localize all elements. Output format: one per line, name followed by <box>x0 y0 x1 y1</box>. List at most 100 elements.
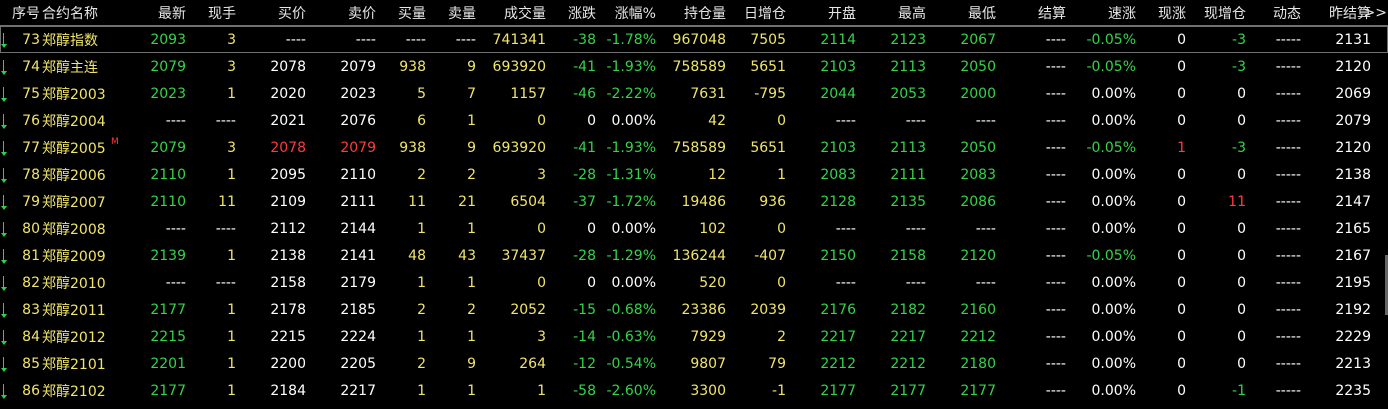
cell-oichg: 0 <box>777 220 786 237</box>
cell-volume: 6504 <box>510 193 546 210</box>
cell-volume: 693920 <box>492 139 546 156</box>
cell-askvol: 2 <box>467 301 476 318</box>
cell-last: 2110 <box>150 193 186 210</box>
column-header-low[interactable]: 最低 <box>968 0 996 25</box>
cell-speed: -0.05% <box>1086 139 1136 156</box>
cell-low: 2067 <box>960 31 996 48</box>
table-row[interactable]: 79 郑醇2007 2110 11 2109 2111 11 21 6504 -37 -1.72% 1… <box>0 188 1388 215</box>
cell-settle: ---- <box>1045 301 1066 318</box>
cell-curvol: ---- <box>215 112 236 129</box>
cell-dyn: ----- <box>1275 382 1301 399</box>
column-header-high[interactable]: 最高 <box>898 0 926 25</box>
cell-high: ---- <box>905 112 926 129</box>
column-header-ask[interactable]: 卖价 <box>348 0 376 25</box>
table-row[interactable]: 83 郑醇2011 2177 1 2178 2185 2 2 2052 -15 -0.68% 2338… <box>0 296 1388 323</box>
cell-oichg: -795 <box>754 85 786 102</box>
table-row[interactable]: 81 郑醇2009 2139 1 2138 2141 48 43 37437 -28 -1.29% 1… <box>0 242 1388 269</box>
table-row[interactable]: 75 郑醇2003 2023 1 2020 2023 5 7 1157 -46 -2.22% 7631… <box>0 80 1388 107</box>
cell-bidvol: 1 <box>417 274 426 291</box>
quote-table: 序号 合约名称 最新 现手 买价 卖价 买量 卖量 成交量 涨跌 涨幅% 持仓量 日增仓 开盘 最高 最低 结算… <box>0 0 1388 409</box>
cell-volume: 2052 <box>510 301 546 318</box>
cell-pct: -2.60% <box>606 382 656 399</box>
down-arrow-icon <box>1 384 7 400</box>
column-header-askvol[interactable]: 卖量 <box>448 0 476 25</box>
column-header-bid[interactable]: 买价 <box>278 0 306 25</box>
cell-settle: ---- <box>1045 58 1066 75</box>
cell-pct: -1.72% <box>606 193 656 210</box>
more-columns-icon[interactable]: >> <box>1364 0 1387 25</box>
cell-oichg: -407 <box>754 247 786 264</box>
cell-curvol: 3 <box>227 139 236 156</box>
column-header-pct[interactable]: 涨幅% <box>615 0 656 25</box>
cell-pct: -2.22% <box>606 85 656 102</box>
cell-volume: 3 <box>537 166 546 183</box>
table-row[interactable]: 76 郑醇2004 ---- ---- 2021 2076 6 1 0 0 0.00% 42 0 ----… <box>0 107 1388 134</box>
cell-dyn: ----- <box>1275 301 1301 318</box>
column-header-curvol[interactable]: 现手 <box>208 0 236 25</box>
cell-seq: 77 <box>22 139 40 156</box>
column-header-change[interactable]: 涨跌 <box>568 0 596 25</box>
cell-bid: 2215 <box>270 328 306 345</box>
cell-last: 2023 <box>150 85 186 102</box>
cell-prevsettle: 2120 <box>1335 58 1371 75</box>
column-header-bidvol[interactable]: 买量 <box>398 0 426 25</box>
table-row[interactable]: 78 郑醇2006 2110 1 2095 2110 2 2 3 -28 -1.31% 12 1 2083… <box>0 161 1388 188</box>
cell-bid: 2078 <box>270 58 306 75</box>
column-header-dyn[interactable]: 动态 <box>1273 0 1301 25</box>
column-header-open[interactable]: 开盘 <box>828 0 856 25</box>
cell-oichg: 0 <box>777 112 786 129</box>
cell-high: 2158 <box>890 247 926 264</box>
table-row[interactable]: 82 郑醇2010 ---- ---- 2158 2179 1 1 0 0 0.00% 520 0 ---… <box>0 269 1388 296</box>
column-header-settle[interactable]: 结算 <box>1038 0 1066 25</box>
cell-curvol: 1 <box>227 301 236 318</box>
cell-curchg: 1 <box>1177 139 1186 156</box>
column-header-curchg[interactable]: 现涨 <box>1158 0 1186 25</box>
cell-speed: 0.00% <box>1091 85 1136 102</box>
column-header-oi[interactable]: 持仓量 <box>684 0 726 25</box>
column-header-last[interactable]: 最新 <box>158 0 186 25</box>
cell-askvol: 43 <box>458 247 476 264</box>
column-header-name[interactable]: 合约名称 <box>42 0 98 25</box>
cell-last: ---- <box>165 220 186 237</box>
cell-ask: 2079 <box>340 58 376 75</box>
cell-curchg: 0 <box>1177 274 1186 291</box>
cell-pct: -1.78% <box>606 31 656 48</box>
cell-seq: 82 <box>22 274 40 291</box>
column-header-speed[interactable]: 速涨 <box>1108 0 1136 25</box>
cell-high: 2113 <box>890 139 926 156</box>
cell-speed: -0.05% <box>1086 31 1136 48</box>
table-row[interactable]: 77 郑醇2005 2079 3 2078 2079 938 9 693920 -41 -1.93%… <box>0 134 1388 161</box>
cell-dyn: ----- <box>1275 58 1301 75</box>
cell-name: 郑醇2003 <box>42 86 106 103</box>
column-header-curoi[interactable]: 现增仓 <box>1204 0 1246 25</box>
cell-curchg: 0 <box>1177 382 1186 399</box>
cell-oi: 758589 <box>672 58 726 75</box>
table-row[interactable]: 86 郑醇2102 2177 1 2184 2217 1 1 1 -58 -2.60% 3300 -1 2… <box>0 377 1388 404</box>
cell-low: ---- <box>975 220 996 237</box>
cell-curvol: 1 <box>227 328 236 345</box>
table-row[interactable]: 73 郑醇指数 2093 3 ---- ---- ---- ---- 741341 -38 -1.7… <box>0 26 1388 53</box>
column-header-oichg[interactable]: 日增仓 <box>744 0 786 25</box>
cell-bid: 2020 <box>270 85 306 102</box>
column-header-seq[interactable]: 序号 <box>12 0 40 25</box>
cell-pct: -1.29% <box>606 247 656 264</box>
cell-bidvol: 938 <box>399 58 426 75</box>
cell-seq: 84 <box>22 328 40 345</box>
table-row[interactable]: 85 郑醇2101 2201 1 2200 2205 2 9 264 -12 -0.54% 9807 7… <box>0 350 1388 377</box>
cell-oi: 102 <box>699 220 726 237</box>
cell-high: 2135 <box>890 193 926 210</box>
cell-curchg: 0 <box>1177 220 1186 237</box>
cell-change: -58 <box>573 382 596 399</box>
column-header-volume[interactable]: 成交量 <box>504 0 546 25</box>
cell-open: 2083 <box>820 166 856 183</box>
cell-last: ---- <box>165 112 186 129</box>
cell-pct: -0.68% <box>606 301 656 318</box>
table-row[interactable]: 84 郑醇2012 2215 1 2215 2224 1 1 3 -14 -0.63% 7929 2 22… <box>0 323 1388 350</box>
cell-high: 2123 <box>890 31 926 48</box>
cell-seq: 81 <box>22 247 40 264</box>
cell-pct: -1.31% <box>606 166 656 183</box>
table-row[interactable]: 74 郑醇主连 2079 3 2078 2079 938 9 693920 -41 -1.93% 75… <box>0 53 1388 80</box>
cell-oichg: 2 <box>777 328 786 345</box>
table-row[interactable]: 80 郑醇2008 ---- ---- 2112 2144 1 1 0 0 0.00% 102 0 ---… <box>0 215 1388 242</box>
cell-volume: 0 <box>537 112 546 129</box>
